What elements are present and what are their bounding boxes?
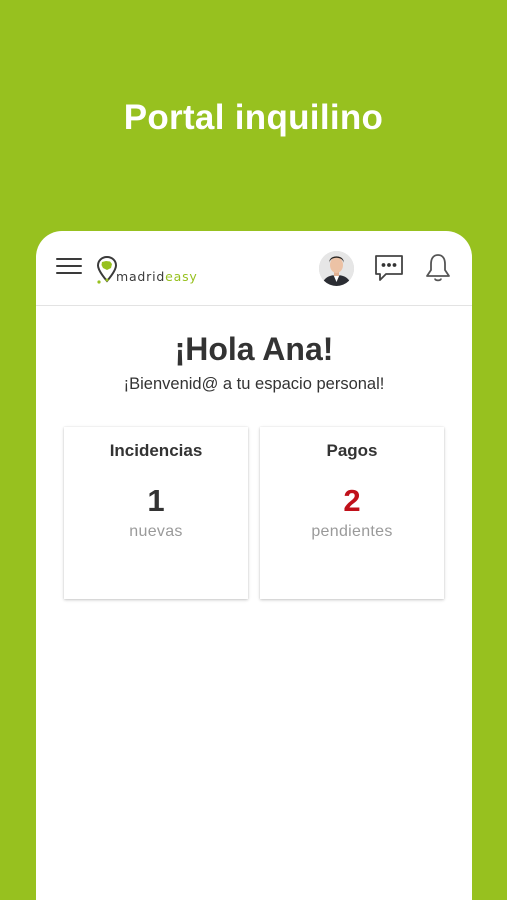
card-subtitle: nuevas	[129, 523, 183, 540]
logo-pin-icon	[96, 255, 118, 284]
welcome-text: ¡Bienvenid@ a tu espacio personal!	[123, 375, 385, 393]
app-header: madrideasy	[36, 231, 472, 306]
card-count: 1	[147, 483, 165, 518]
avatar[interactable]	[319, 251, 354, 286]
logo-text: madrideasy	[116, 269, 198, 284]
menu-icon[interactable]	[56, 258, 82, 278]
logo-text-easy: easy	[165, 269, 198, 284]
logo-text-madrid: madrid	[116, 269, 166, 284]
logo[interactable]: madrideasy	[96, 251, 198, 287]
bell-icon[interactable]	[424, 252, 452, 284]
greeting-heading: ¡Hola Ana!	[174, 331, 334, 367]
phone-screen: madrideasy ¡Hola Ana! ¡Bienvenid@ a tu e…	[36, 231, 472, 900]
incidencias-card[interactable]: Incidencias 1 nuevas	[64, 427, 248, 599]
chat-icon[interactable]	[373, 253, 405, 283]
pagos-card[interactable]: Pagos 2 pendientes	[260, 427, 444, 599]
card-title: Incidencias	[109, 441, 203, 460]
card-subtitle: pendientes	[311, 523, 393, 540]
card-title: Pagos	[326, 441, 378, 460]
card-count: 2	[343, 483, 361, 518]
promo-title: Portal inquilino	[123, 98, 384, 137]
